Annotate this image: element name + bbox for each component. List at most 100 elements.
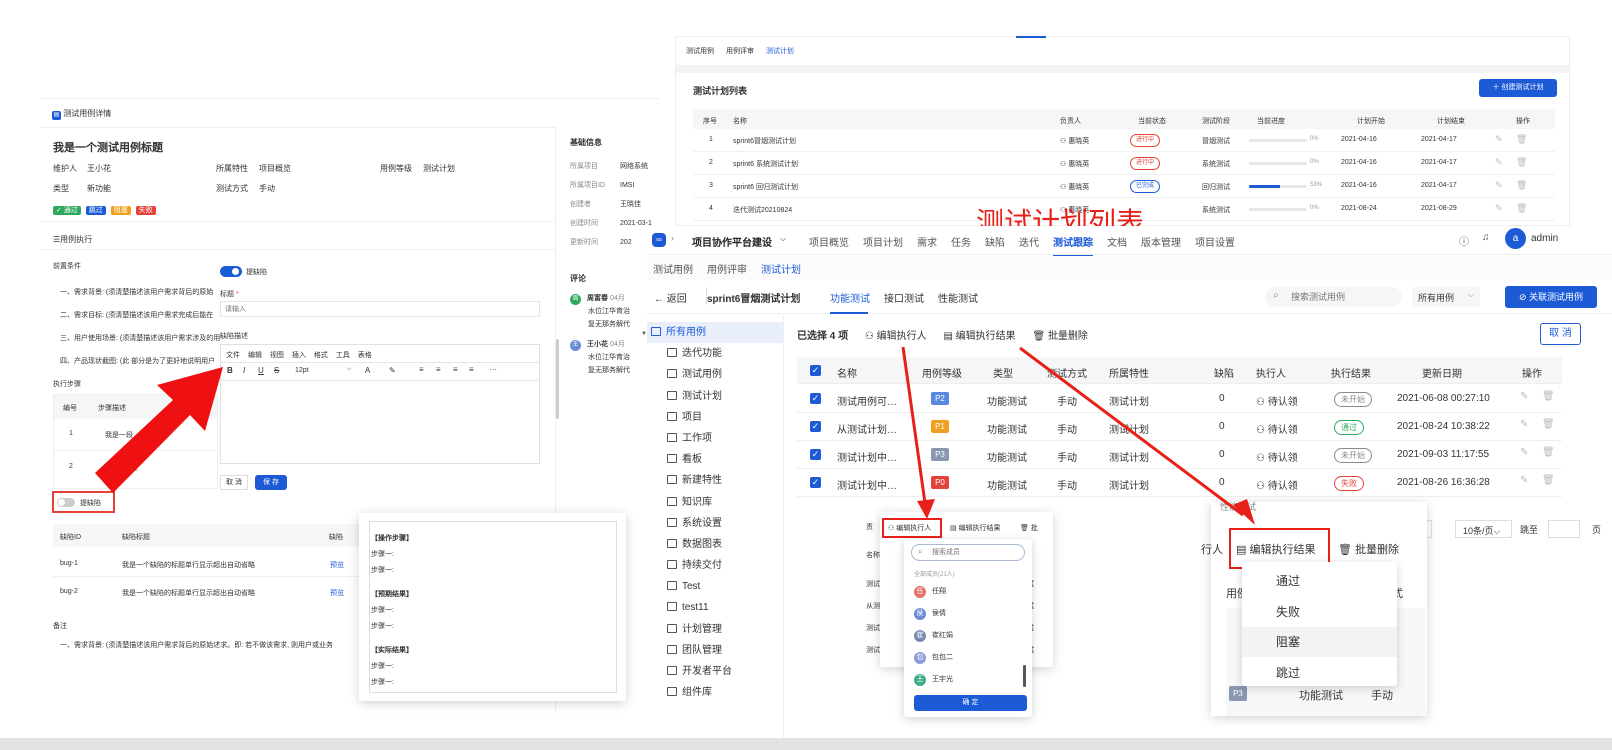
tree-item[interactable]: 迭代功能 (647, 343, 784, 364)
bug-title-input[interactable] (220, 301, 540, 317)
trash-icon[interactable]: 🗑 (1542, 447, 1555, 458)
search-input[interactable] (1291, 290, 1391, 304)
member-search[interactable]: ⌕ (911, 544, 1025, 561)
result-option[interactable]: 跳过 (1242, 658, 1397, 688)
trash-icon[interactable]: 🗑 (1516, 180, 1527, 191)
row-checkbox[interactable]: ✓ (810, 393, 821, 404)
tab-performance[interactable]: 性能测试 (938, 290, 978, 305)
bell-icon[interactable]: ♫ (1482, 232, 1490, 243)
highlight-icon[interactable]: ✎ (389, 366, 396, 375)
menu-view[interactable]: 视图 (270, 352, 284, 359)
nav-item[interactable]: 版本管理 (1141, 238, 1181, 249)
tree-item[interactable]: ▼ 所有用例 (641, 322, 784, 344)
edit-assignee-button[interactable]: ⚇ 编辑执行人 (865, 331, 927, 342)
tree-item[interactable]: 知识库 (647, 492, 784, 513)
nav-item[interactable]: 测试跟踪 (1053, 238, 1093, 257)
tree-item[interactable]: 项目 (647, 407, 784, 428)
font-size-select[interactable]: 12pt (295, 367, 309, 374)
member-search-input[interactable] (932, 547, 1017, 558)
bulk-delete-button[interactable]: 🗑 批量删除 (1032, 331, 1087, 342)
tree-item[interactable]: 工作项 (647, 428, 784, 449)
result-option[interactable]: 通过 (1242, 566, 1397, 596)
edit-icon[interactable]: ✎ (1520, 475, 1528, 486)
font-color-icon[interactable]: A (365, 366, 370, 375)
member-item[interactable]: 任任翔 (914, 581, 1022, 603)
logo-icon[interactable]: ∞ (652, 233, 666, 247)
subtab-case-review[interactable]: 用例评审 (707, 261, 747, 276)
tab-case-review[interactable]: 用例评审 (726, 48, 754, 55)
tree-item[interactable]: 组件库 (647, 682, 784, 703)
member-item[interactable]: 崔崔红娟 (914, 625, 1022, 647)
edit-icon[interactable]: ✎ (1495, 203, 1503, 214)
underline-icon[interactable]: U (258, 366, 264, 375)
plan-row[interactable]: 2 sprint6 系统测试计划 系统测试 2021-04-16 2021-04-17 ⚇… (693, 152, 1555, 175)
align-right-icon[interactable]: ≡ (453, 365, 458, 374)
create-plan-button[interactable]: ＋ 创建测试计划 (1479, 79, 1557, 97)
page-size-select[interactable]: 10条/页⌵ (1455, 520, 1512, 538)
menu-edit[interactable]: 编辑 (248, 352, 262, 359)
tree-item[interactable]: test11 (647, 597, 784, 618)
scrollbar[interactable] (556, 339, 559, 419)
nav-item[interactable]: 缺陷 (985, 238, 1005, 249)
assignee-bar-edit[interactable]: ⚇ 编辑执行人 (888, 523, 931, 533)
search-box[interactable]: ⌕ (1265, 287, 1402, 307)
case-filter-select[interactable]: 所有用例 ⌵ (1412, 287, 1480, 307)
toggle-switch-icon[interactable] (57, 498, 75, 507)
menu-table[interactable]: 表格 (358, 352, 372, 359)
subtab-test-plan[interactable]: 测试计划 (761, 261, 801, 276)
align-justify-icon[interactable]: ≡ (469, 365, 474, 374)
tree-item[interactable]: 新建特性 (647, 470, 784, 491)
pass-button[interactable]: ✓ 通过 (53, 206, 81, 215)
trash-icon[interactable]: 🗑 (1542, 419, 1555, 430)
tree-item[interactable]: Test (647, 576, 784, 597)
menu-format[interactable]: 格式 (314, 352, 328, 359)
italic-icon[interactable]: I (243, 366, 245, 375)
block-button[interactable]: 阻塞 (110, 206, 131, 215)
help-icon[interactable]: ⓘ (1459, 233, 1469, 248)
trash-icon[interactable]: 🗑 (1542, 391, 1555, 402)
caret-down-icon[interactable]: ▼ (641, 331, 647, 337)
nav-item[interactable]: 任务 (951, 238, 971, 249)
scrollbar[interactable] (1023, 665, 1026, 687)
more-icon[interactable]: ··· (489, 365, 497, 374)
result-delete-button[interactable]: 🗑 批量删除 (1338, 541, 1399, 557)
cancel-selection-button[interactable]: 取 消 (1540, 323, 1581, 345)
rich-editor[interactable]: 文件 编辑 视图 插入 格式 工具 表格 B I U S 12pt ⌵ A ✎ … (220, 344, 540, 464)
strikethrough-icon[interactable]: S (274, 366, 279, 375)
edit-icon[interactable]: ✎ (1495, 157, 1503, 168)
jump-input[interactable] (1548, 520, 1580, 538)
plan-row[interactable]: 1 sprint6冒烟测试计划 冒烟测试 2021-04-16 2021-04-17 ⚇ … (693, 129, 1555, 152)
assignee-confirm-button[interactable]: 确 定 (914, 695, 1027, 711)
row-checkbox[interactable]: ✓ (810, 477, 821, 488)
bug-save-button[interactable]: 保 存 (255, 475, 287, 490)
tree-item[interactable]: 系统设置 (647, 513, 784, 534)
edit-icon[interactable]: ✎ (1520, 391, 1528, 402)
result-option[interactable]: 失败 (1242, 597, 1397, 627)
nav-item[interactable]: 需求 (917, 238, 937, 249)
edit-icon[interactable]: ✎ (1520, 419, 1528, 430)
member-item[interactable]: 侯侯倩 (914, 603, 1022, 625)
user-name[interactable]: admin (1531, 233, 1558, 244)
trash-icon[interactable]: 🗑 (1516, 157, 1527, 168)
row-checkbox[interactable]: ✓ (810, 449, 821, 460)
row-checkbox[interactable]: ✓ (810, 421, 821, 432)
menu-insert[interactable]: 插入 (292, 352, 306, 359)
trash-icon[interactable]: 🗑 (1516, 203, 1527, 214)
select-all-checkbox[interactable]: ✓ (810, 365, 821, 376)
result-edit-button[interactable]: ▤ 编辑执行结果 (1236, 541, 1315, 557)
menu-tools[interactable]: 工具 (336, 352, 350, 359)
skip-button[interactable]: 跳过 (85, 206, 106, 215)
fail-button[interactable]: 失败 (135, 206, 156, 215)
subtab-test-case[interactable]: 测试用例 (653, 261, 693, 276)
tab-interface[interactable]: 接口测试 (884, 290, 924, 305)
tab-test-plan[interactable]: 测试计划 (766, 48, 794, 55)
bug-form-toggle[interactable] (220, 266, 242, 277)
tree-item[interactable]: 测试计划 (647, 386, 784, 407)
nav-item[interactable]: 项目设置 (1195, 238, 1235, 249)
trash-icon[interactable]: 🗑 (1542, 475, 1555, 486)
tree-item[interactable]: 持续交付 (647, 555, 784, 576)
tab-test-case[interactable]: 测试用例 (686, 48, 714, 55)
edit-icon[interactable]: ✎ (1495, 134, 1503, 145)
nav-item[interactable]: 迭代 (1019, 238, 1039, 249)
tree-item[interactable]: 数据图表 (647, 534, 784, 555)
